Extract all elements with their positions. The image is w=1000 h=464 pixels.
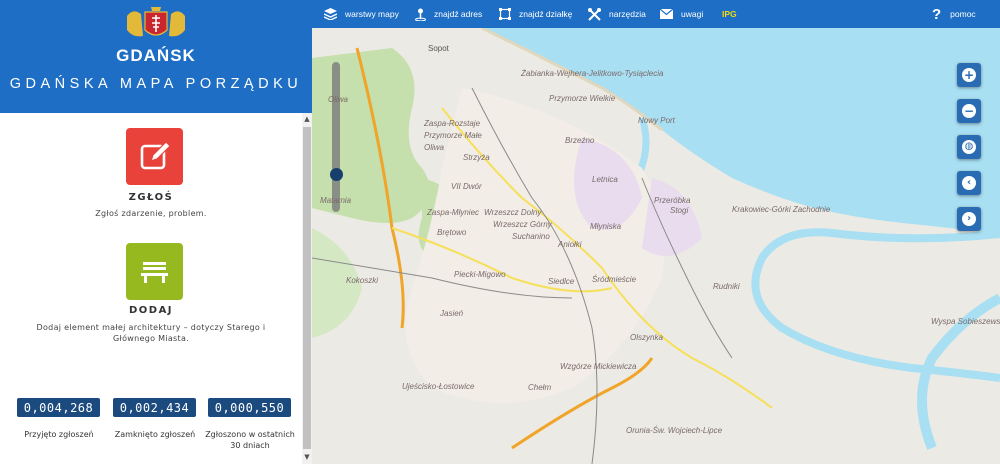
notes-label: uwagi	[681, 9, 704, 19]
zoom-slider-handle[interactable]	[330, 168, 343, 181]
scroll-down-icon[interactable]: ▼	[302, 452, 312, 462]
recent-label: Zgłoszono w ostatnich 30 dniach	[205, 430, 295, 450]
edit-icon	[140, 141, 171, 170]
tools-label: narzędzia	[609, 9, 646, 19]
plus-icon: +	[962, 68, 976, 82]
closed-count: 0,002,434	[119, 400, 190, 415]
minus-icon: −	[962, 104, 976, 118]
zoom-out-button[interactable]: −	[957, 99, 981, 123]
map-label-przerobka: Przeróbka	[654, 196, 691, 205]
map-label-wyspa: Wyspa Sobieszewska	[931, 317, 1000, 326]
report-description: Zgłoś zdarzenie, problem.	[95, 209, 207, 218]
find-address-button[interactable]: znajdź adres	[415, 0, 482, 28]
received-counter: 0,004,268	[17, 398, 100, 417]
received-label: Przyjęto zgłoszeń	[24, 430, 94, 439]
parcel-icon	[499, 8, 511, 20]
map-label-stogi: Stogi	[670, 206, 689, 215]
layers-button[interactable]: warstwy mapy	[324, 0, 399, 28]
report-label[interactable]: ZGŁOŚ	[0, 192, 302, 203]
map-label-rudniki: Rudniki	[713, 282, 740, 291]
layers-icon	[324, 8, 337, 20]
app-title: GDAŃSKA MAPA PORZĄDKU	[9, 76, 303, 92]
layers-label: warstwy mapy	[345, 9, 399, 19]
map-label-siedlce: Siedlce	[548, 277, 575, 286]
map-label-krakowiec: Krakowiec-Górki Zachodnie	[732, 205, 831, 214]
bench-icon	[141, 262, 168, 283]
envelope-icon	[660, 9, 673, 19]
zoom-slider-track[interactable]	[332, 62, 340, 212]
pin-icon	[415, 8, 426, 21]
recent-counter: 0,000,550	[208, 398, 291, 417]
map-label-nowy-port: Nowy Port	[638, 116, 675, 125]
closed-counter: 0,002,434	[113, 398, 196, 417]
map-label-brzezno: Brzeźno	[565, 136, 595, 145]
map-label-przymorze-wielkie: Przymorze Wielkie	[549, 94, 616, 103]
sidebar-scrollbar[interactable]: ▲ ▼	[302, 113, 312, 464]
map-label-chelm: Chełm	[528, 383, 552, 392]
find-parcel-label: znajdź działkę	[519, 9, 573, 19]
map-label-przymorze-male: Przymorze Małe	[424, 131, 482, 140]
map-label-aniolki: Aniołki	[558, 240, 582, 249]
globe-icon: ◍	[962, 140, 976, 154]
map-label-mlyniska: Młyniska	[590, 222, 622, 231]
map-label-ujescisko: Ujeścisko-Łostowice	[402, 382, 475, 391]
scrollbar-thumb[interactable]	[303, 127, 311, 449]
ipg-link[interactable]: IPG	[722, 0, 737, 28]
map-label-wrzeszcz-dolny: Wrzeszcz Dolny	[484, 208, 542, 217]
map-label-oliwa-top: Oliwa	[328, 95, 349, 104]
map-label-matarnia: Matarnia	[320, 196, 352, 205]
map-label-piecki: Piecki-Migowo	[454, 270, 506, 279]
add-description: Dodaj element małej architektury – dotyc…	[36, 323, 266, 343]
map-label-strzyza: Strzyża	[463, 153, 490, 162]
map-label-suchanino: Suchanino	[512, 232, 550, 241]
closed-label: Zamknięto zgłoszeń	[114, 430, 196, 439]
help-label: pomoc	[950, 9, 976, 19]
chevron-left-icon: ‹	[962, 176, 976, 190]
find-parcel-button[interactable]: znajdź działkę	[499, 0, 572, 28]
add-element-button[interactable]	[126, 243, 183, 300]
help-button[interactable]: ? pomoc	[932, 0, 976, 28]
sidebar-header: GDAŃSK GDAŃSKA MAPA PORZĄDKU	[0, 0, 312, 113]
received-count: 0,004,268	[23, 400, 94, 415]
map-label-wzgorze: Wzgórze Mickiewicza	[560, 362, 637, 371]
map-label-olszynka: Olszynka	[630, 333, 663, 342]
map-label-jasien: Jasień	[440, 309, 464, 318]
find-address-label: znajdź adres	[434, 9, 483, 19]
chevron-right-icon: ›	[962, 212, 976, 226]
map-label-letnica: Letnica	[592, 175, 618, 184]
tools-button[interactable]: narzędzia	[588, 0, 646, 28]
city-map[interactable]: Sopot Żabianka-Wejhera-Jelitkowo-Tysiącl…	[312, 28, 1000, 464]
previous-extent-button[interactable]: ‹	[957, 171, 981, 195]
next-extent-button[interactable]: ›	[957, 207, 981, 231]
zoom-in-button[interactable]: +	[957, 63, 981, 87]
add-label[interactable]: DODAJ	[0, 305, 302, 316]
map-label-zaspa-rozstaje: Zaspa-Rozstaje	[424, 119, 481, 128]
map-base	[312, 28, 1000, 464]
top-toolbar: warstwy mapy znajdź adres znajdź działkę…	[312, 0, 1000, 28]
map-label-sopot: Sopot	[428, 44, 449, 53]
tools-icon	[588, 7, 601, 21]
map-label-kokoszki: Kokoszki	[346, 276, 379, 285]
map-label-oliwa: Oliwa	[424, 143, 445, 152]
sidebar: GDAŃSK GDAŃSKA MAPA PORZĄDKU ZGŁOŚ Zgłoś…	[0, 0, 312, 464]
full-extent-button[interactable]: ◍	[957, 135, 981, 159]
map-label-orunia: Orunia-Św. Wojciech-Lipce	[626, 426, 723, 435]
scroll-up-icon[interactable]: ▲	[302, 114, 312, 124]
question-icon: ?	[932, 5, 942, 23]
map-label-zabianka: Żabianka-Wejhera-Jelitkowo-Tysiąclecia	[521, 69, 664, 78]
map-label-bretowo: Brętowo	[437, 228, 467, 237]
report-button[interactable]	[126, 128, 183, 185]
map-label-vii-dwor: VII Dwór	[451, 182, 482, 191]
coat-of-arms-logo	[127, 7, 185, 37]
map-label-wrzeszcz-gorny: Wrzeszcz Górny	[493, 220, 552, 229]
map-label-zaspa-mlyniec: Zaspa-Młyniec	[427, 208, 480, 217]
map-label-srodmiescie: Śródmieście	[592, 275, 637, 284]
city-name: GDAŃSK	[116, 46, 196, 65]
recent-count: 0,000,550	[214, 400, 285, 415]
notes-button[interactable]: uwagi	[660, 0, 703, 28]
